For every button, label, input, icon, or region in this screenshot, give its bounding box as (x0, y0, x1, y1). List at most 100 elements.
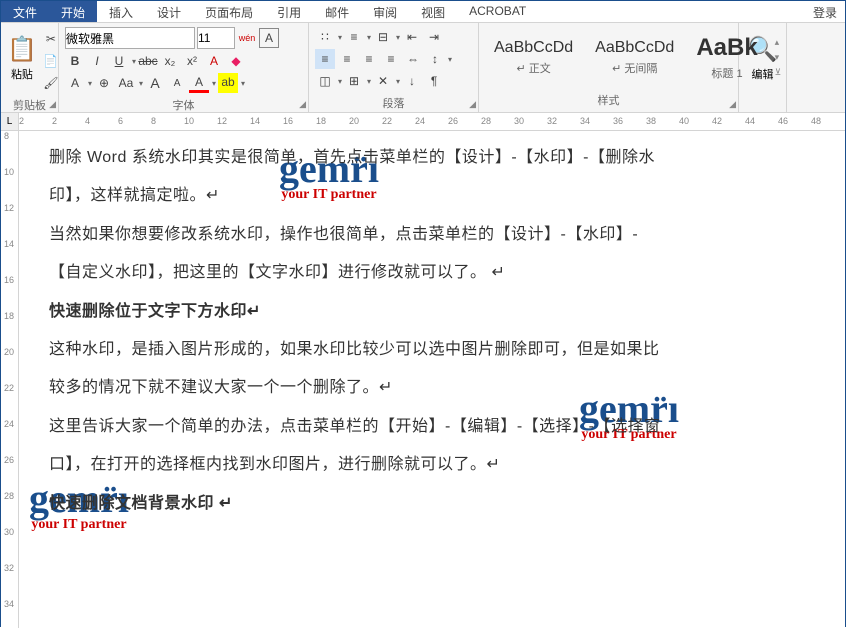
grow-font-button[interactable]: A (145, 73, 165, 93)
tab-selector[interactable]: L (1, 113, 19, 131)
pinyin-button[interactable]: wén (237, 28, 257, 48)
style-sample: AaBbCcDd (494, 39, 573, 57)
subscript-button[interactable]: x₂ (160, 51, 180, 71)
style-nospacing[interactable]: AaBbCcDd ↵ 无间隔 (586, 34, 683, 81)
case-dropdown-icon[interactable]: ▾ (139, 79, 143, 88)
ribbon: 📋 粘贴 ✂ 📄 🖌 剪贴板 ◢ wén A B I U ▾ (1, 23, 845, 113)
vertical-ruler[interactable]: 810121416182022242628303234 (1, 131, 19, 628)
style-normal[interactable]: AaBbCcDd ↵ 正文 (485, 34, 582, 81)
ruler-tick: 4 (85, 116, 90, 126)
paragraph[interactable]: 这里告诉大家一个简单的办法，点击菜单栏的【开始】-【编辑】-【选择】-【选择窗 (49, 408, 829, 446)
align-center-button[interactable]: ≡ (337, 49, 357, 69)
paragraph-expand-icon[interactable]: ◢ (469, 99, 476, 110)
shading-dropdown-icon[interactable]: ▾ (88, 79, 92, 88)
tab-view[interactable]: 视图 (409, 1, 457, 22)
style-down-icon[interactable]: ▾ (775, 52, 782, 63)
bold-button[interactable]: B (65, 51, 85, 71)
underline-button[interactable]: U (109, 51, 129, 71)
paragraph[interactable]: 当然如果你想要修改系统水印，操作也很简单，点击菜单栏的【设计】-【水印】- (49, 216, 829, 254)
sort-button[interactable]: ↓ (402, 71, 422, 91)
font-name-select[interactable] (65, 27, 195, 49)
clipboard-label: 剪贴板 (5, 95, 54, 115)
borders-dropdown-icon[interactable]: ▾ (367, 77, 371, 86)
align-left-button[interactable]: ≡ (315, 49, 335, 69)
style-more-icon[interactable]: ⊻ (775, 67, 782, 78)
char-border-button[interactable]: A (259, 28, 279, 48)
file-tab[interactable]: 文件 (1, 1, 49, 22)
tab-acrobat[interactable]: ACROBAT (457, 1, 538, 22)
font-expand-icon[interactable]: ◢ (299, 99, 306, 110)
style-up-icon[interactable]: ▴ (775, 37, 782, 48)
align-right-button[interactable]: ≡ (359, 49, 379, 69)
style-label: 标题 1 (711, 65, 742, 81)
tab-design[interactable]: 设计 (145, 1, 193, 22)
font-size-select[interactable] (197, 27, 235, 49)
login-link[interactable]: 登录 (805, 1, 845, 22)
shrink-font-button[interactable]: A (167, 73, 187, 93)
ruler-tick: 34 (580, 116, 590, 126)
shading-button[interactable]: ◫ (315, 71, 335, 91)
paragraph[interactable]: 较多的情况下就不建议大家一个一个删除了。↵ (49, 369, 829, 407)
text-effects-button[interactable]: A (204, 51, 224, 71)
color-dropdown-icon[interactable]: ▾ (212, 79, 216, 88)
decrease-indent-button[interactable]: ⇤ (402, 27, 422, 47)
enclose-button[interactable]: ⊕ (94, 73, 114, 93)
paragraph[interactable]: 快速删除文档背景水印 ↵ (49, 485, 829, 523)
multilevel-dropdown-icon[interactable]: ▾ (396, 33, 400, 42)
paragraph-group-label: 段落 (313, 93, 474, 113)
paragraph[interactable]: 这种水印，是插入图片形成的，如果水印比较少可以选中图片删除即可，但是如果比 (49, 331, 829, 369)
document-area: 810121416182022242628303234 gemr̈ı your … (1, 131, 845, 628)
ruler-tick: 24 (4, 419, 14, 429)
horizontal-ruler[interactable]: L 22468101214161820222426283032343638404… (1, 113, 845, 131)
spacing-dropdown-icon[interactable]: ▾ (448, 55, 452, 64)
group-styles: AaBbCcDd ↵ 正文 AaBbCcDd ↵ 无间隔 AaBk 标题 1 ▴… (479, 23, 739, 112)
shading2-dropdown-icon[interactable]: ▾ (338, 77, 342, 86)
asian-layout-button[interactable]: ✕ (373, 71, 393, 91)
numbering-dropdown-icon[interactable]: ▾ (367, 33, 371, 42)
paste-button[interactable]: 📋 粘贴 (7, 25, 37, 91)
tab-home[interactable]: 开始 (49, 1, 97, 22)
strike-button[interactable]: abc (138, 51, 158, 71)
highlight-dropdown-icon[interactable]: ▾ (241, 79, 245, 88)
distribute-button[interactable]: ⇔ (403, 49, 423, 69)
align-justify-button[interactable]: ≡ (381, 49, 401, 69)
tab-review[interactable]: 审阅 (361, 1, 409, 22)
tab-layout[interactable]: 页面布局 (193, 1, 265, 22)
paragraph[interactable]: 印】，这样就搞定啦。↵ (49, 177, 829, 215)
asian-dropdown-icon[interactable]: ▾ (396, 77, 400, 86)
bullets-dropdown-icon[interactable]: ▾ (338, 33, 342, 42)
eraser-icon[interactable]: ◆ (226, 51, 246, 71)
styles-expand-icon[interactable]: ◢ (729, 99, 736, 110)
document-page[interactable]: gemr̈ı your IT partner gemr̈ı your IT pa… (19, 131, 845, 628)
increase-indent-button[interactable]: ⇥ (424, 27, 444, 47)
multilevel-button[interactable]: ⊟ (373, 27, 393, 47)
char-shading-button[interactable]: A (65, 73, 85, 93)
italic-button[interactable]: I (87, 51, 107, 71)
bullets-button[interactable]: ∷ (315, 27, 335, 47)
borders-button[interactable]: ⊞ (344, 71, 364, 91)
ruler-tick: 16 (283, 116, 293, 126)
cut-button[interactable]: ✂ (41, 29, 61, 49)
clipboard-expand-icon[interactable]: ◢ (49, 99, 56, 110)
highlight-button[interactable]: ab (218, 73, 238, 93)
underline-dropdown-icon[interactable]: ▾ (132, 57, 136, 66)
ruler-tick: 34 (4, 599, 14, 609)
style-heading1[interactable]: AaBk 标题 1 (687, 29, 766, 86)
show-marks-button[interactable]: ¶ (424, 71, 444, 91)
paragraph[interactable]: 口】，在打开的选择框内找到水印图片，进行删除就可以了。↵ (49, 446, 829, 484)
tab-mailings[interactable]: 邮件 (313, 1, 361, 22)
copy-button[interactable]: 📄 (41, 51, 61, 71)
font-color-button[interactable]: A (189, 73, 209, 93)
format-painter-button[interactable]: 🖌 (41, 73, 61, 93)
line-spacing-button[interactable]: ↕ (425, 49, 445, 69)
tab-insert[interactable]: 插入 (97, 1, 145, 22)
paragraph[interactable]: 删除 Word 系统水印其实是很简单，首先点击菜单栏的【设计】-【水印】-【删除… (49, 139, 829, 177)
ruler-tick: 24 (415, 116, 425, 126)
superscript-button[interactable]: x² (182, 51, 202, 71)
ruler-tick: 22 (382, 116, 392, 126)
tab-references[interactable]: 引用 (265, 1, 313, 22)
case-button[interactable]: Aa (116, 73, 136, 93)
paragraph[interactable]: 快速删除位于文字下方水印↵ (49, 293, 829, 331)
paragraph[interactable]: 【自定义水印】，把这里的【文字水印】进行修改就可以了。 ↵ (49, 254, 829, 292)
numbering-button[interactable]: ≡ (344, 27, 364, 47)
